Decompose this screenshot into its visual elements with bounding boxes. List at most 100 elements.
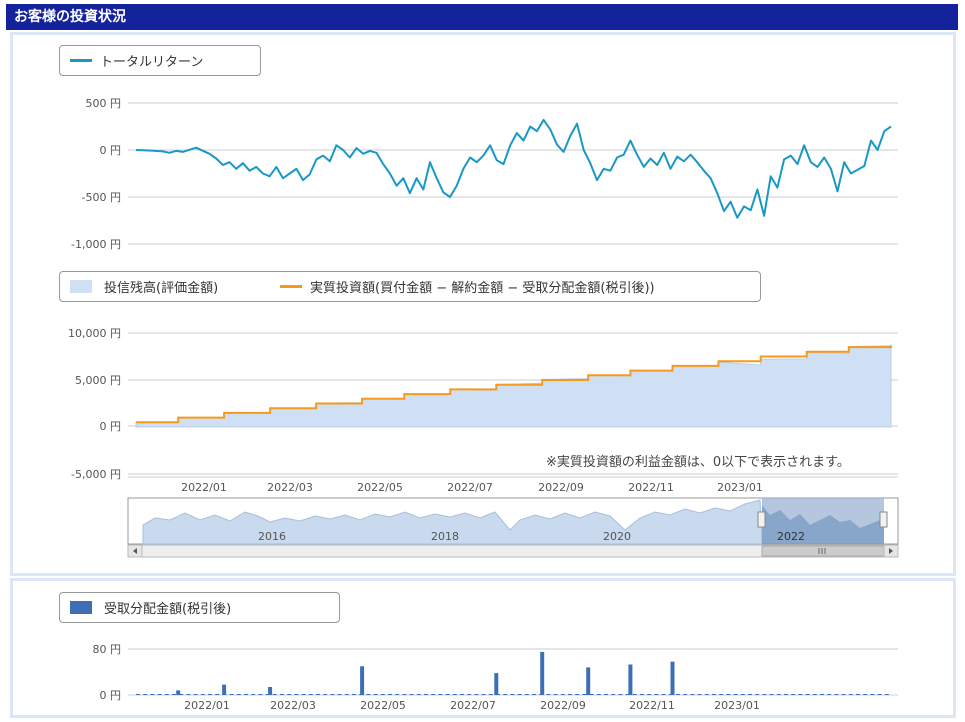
dividend-baseline-mark — [762, 694, 767, 695]
dividend-baseline-mark — [553, 694, 558, 695]
dividend-baseline-mark — [280, 694, 284, 695]
dividend-baseline-mark — [870, 694, 875, 695]
dividend-baseline-mark — [272, 694, 277, 695]
dividend-baseline-mark — [546, 694, 551, 695]
dividend-baseline-mark — [575, 694, 580, 695]
dividend-baseline-mark — [510, 694, 515, 695]
dividend-baseline-mark — [769, 694, 774, 695]
dividend-baseline-mark — [136, 694, 140, 695]
dividend-baseline-mark — [380, 694, 385, 695]
dividend-baseline-mark — [143, 694, 148, 695]
dividend-baseline-mark — [438, 694, 443, 695]
dividend-bar — [494, 673, 499, 695]
dividend-baseline-mark — [596, 694, 601, 695]
dividend-baseline-mark — [186, 694, 191, 695]
dividend-baseline-mark — [820, 694, 824, 695]
dividend-baseline-mark — [445, 694, 450, 695]
dividend-bar — [586, 667, 591, 695]
dividend-baseline-mark — [208, 694, 212, 695]
dividend-baseline-mark — [323, 694, 328, 695]
dividend-baseline-mark — [712, 694, 716, 695]
dividend-baseline-mark — [618, 694, 623, 695]
dividend-baseline-mark — [488, 694, 493, 695]
dividend-baseline-mark — [416, 694, 421, 695]
dividend-baseline-mark — [604, 694, 608, 695]
dividend-xtick: 2022/05 — [360, 699, 406, 712]
dividend-baseline-mark — [690, 694, 695, 695]
dividend-baseline-mark — [150, 694, 155, 695]
dividend-baseline-mark — [215, 694, 220, 695]
dividend-series — [136, 651, 889, 696]
dividend-baseline-mark — [316, 694, 320, 695]
dividend-baseline-mark — [236, 694, 241, 695]
dividend-baseline-mark — [330, 694, 335, 695]
dividend-baseline-mark — [863, 694, 868, 695]
dividend-x-axis: 2022/01 2022/03 2022/05 2022/07 2022/09 2022/… — [184, 699, 760, 712]
dividend-bar — [222, 684, 227, 695]
dividend-baseline-mark — [647, 694, 652, 695]
dividend-bar — [670, 661, 675, 695]
dividend-baseline-mark — [841, 694, 846, 695]
dividend-baseline-mark — [582, 694, 587, 695]
dividend-baseline-mark — [474, 694, 479, 695]
dividend-baseline-mark — [805, 694, 810, 695]
dividend-baseline-mark — [294, 694, 299, 695]
dividend-baseline-mark — [798, 694, 803, 695]
dividend-baseline-mark — [661, 694, 666, 695]
dividend-baseline-mark — [193, 694, 198, 695]
dividend-xtick: 2023/01 — [714, 699, 760, 712]
dividend-baseline-mark — [726, 694, 731, 695]
dividend-baseline-mark — [532, 694, 536, 695]
dividend-baseline-mark — [704, 694, 709, 695]
dividend-bar — [268, 687, 273, 695]
dividend-baseline-mark — [157, 694, 162, 695]
dividend-baseline-mark — [812, 694, 817, 695]
dividend-baseline-mark — [524, 694, 529, 695]
dividend-baseline-mark — [755, 694, 760, 695]
dividend-baseline-mark — [877, 694, 882, 695]
dividend-baseline-mark — [740, 694, 745, 695]
dividend-baseline-mark — [344, 694, 349, 695]
dividend-chart-svg: 80 円 0 円 2022/01 2022/03 2022/05 2022/07 202… — [93, 643, 898, 712]
dividend-baseline-mark — [402, 694, 407, 695]
dividend-xtick: 2022/11 — [629, 699, 675, 712]
dividend-baseline-mark — [884, 694, 889, 695]
dividend-baseline-mark — [733, 694, 738, 695]
dividend-baseline-mark — [827, 694, 832, 695]
dividend-bar — [360, 666, 365, 696]
dividend-baseline-mark — [834, 694, 839, 695]
dividend-baseline-mark — [460, 694, 464, 695]
dividend-baseline-mark — [856, 694, 860, 695]
dividend-ytick: 0 円 — [100, 689, 122, 702]
dividend-baseline-mark — [164, 694, 169, 695]
dividend-baseline-mark — [503, 694, 508, 695]
dividend-baseline-mark — [409, 694, 414, 695]
dividend-baseline-mark — [848, 694, 853, 695]
dividend-bar — [628, 664, 633, 695]
dividend-baseline-mark — [791, 694, 796, 695]
dividend-baseline-mark — [719, 694, 724, 695]
dividend-bar — [176, 690, 181, 695]
dividend-baseline-mark — [683, 694, 688, 695]
dividend-xtick: 2022/09 — [540, 699, 586, 712]
dividend-baseline-mark — [568, 694, 572, 695]
dividend-baseline-mark — [200, 694, 205, 695]
dividend-ytick: 80 円 — [93, 643, 122, 656]
dividend-baseline-mark — [676, 694, 680, 695]
dividend-baseline-mark — [431, 694, 436, 695]
dividend-baseline-mark — [287, 694, 292, 695]
dividend-baseline-mark — [776, 694, 781, 695]
dividend-baseline-mark — [481, 694, 486, 695]
dividend-baseline-mark — [697, 694, 702, 695]
dividend-baseline-mark — [244, 694, 248, 695]
dividend-baseline-mark — [308, 694, 313, 695]
dividend-baseline-mark — [632, 694, 637, 695]
dividend-baseline-mark — [611, 694, 616, 695]
dividend-baseline-mark — [172, 694, 176, 695]
dividend-baseline-mark — [640, 694, 644, 695]
dividend-baseline-mark — [784, 694, 788, 695]
dividend-baseline-mark — [373, 694, 378, 695]
dividend-baseline-mark — [517, 694, 522, 695]
dividend-baseline-mark — [388, 694, 392, 695]
dividend-xtick: 2022/03 — [270, 699, 316, 712]
